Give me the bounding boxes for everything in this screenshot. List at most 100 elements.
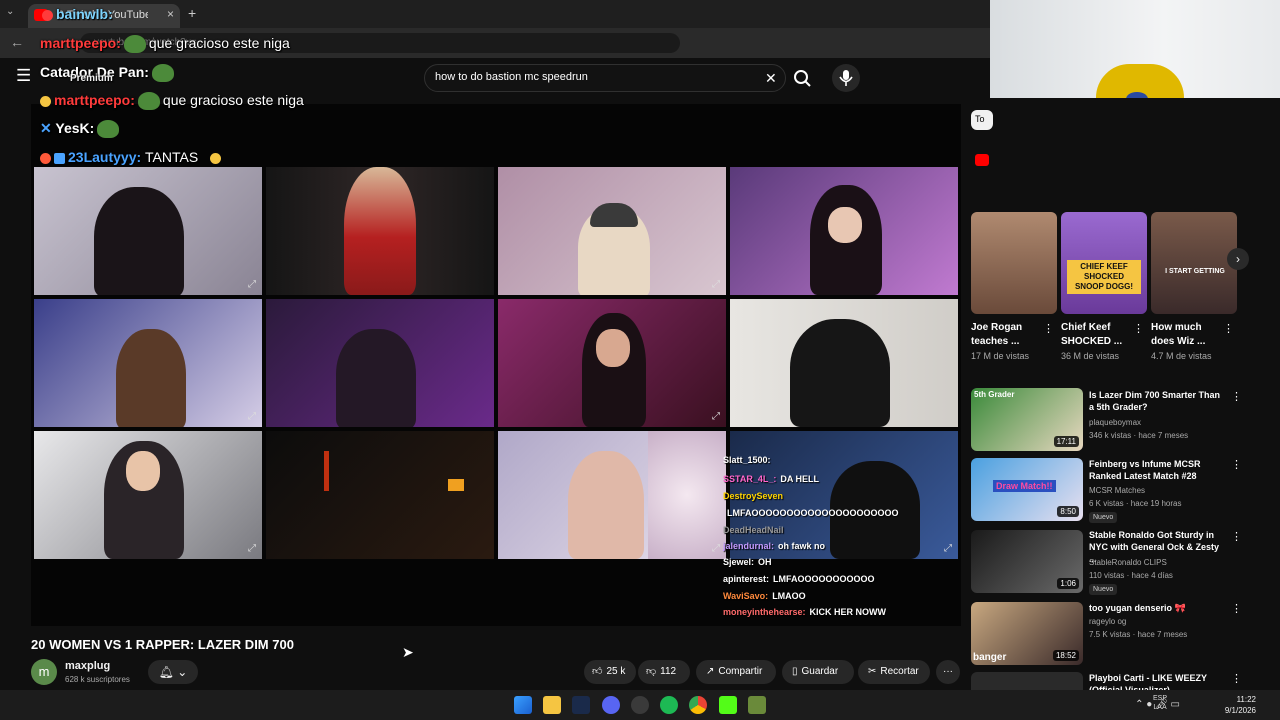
video-tile: ⤢ — [34, 167, 262, 295]
chat-username: SSTAR_4L_: — [723, 474, 777, 484]
browser-tab-bar: ⌄ 0 Twitch • YouTube × + — [0, 0, 990, 28]
video-tile: ⤢ — [34, 299, 262, 427]
voice-search-button[interactable] — [832, 64, 860, 92]
chat-username: YesK: — [55, 120, 95, 136]
language-indicator[interactable]: ESP LAA — [1153, 694, 1167, 712]
bookmark-icon: ▯ — [792, 666, 798, 677]
clip-label: Recortar — [880, 666, 919, 677]
video-thumbnail[interactable] — [971, 672, 1083, 690]
short-thumbnail[interactable]: I START GETTING — [1151, 212, 1237, 314]
obs-icon[interactable] — [631, 696, 649, 714]
spotify-icon[interactable] — [660, 696, 678, 714]
video-thumbnail[interactable]: banger 18:52 — [971, 602, 1083, 665]
file-explorer-icon[interactable] — [543, 696, 561, 714]
thumb-text: Draw Match!! — [993, 480, 1056, 492]
video-tile: ⤢ — [34, 431, 262, 559]
grid-chat-message: SSTAR_4L_: DA HELL — [723, 474, 819, 484]
search-button[interactable] — [788, 64, 818, 92]
sword-badge-icon: ✕ — [40, 120, 52, 136]
more-options-icon[interactable]: ⋮ — [1133, 322, 1144, 335]
clock[interactable]: 11:22 9/1/2026 — [1216, 694, 1256, 716]
steam-icon[interactable] — [572, 696, 590, 714]
pepe-emote-icon — [97, 120, 120, 139]
channel-name[interactable]: plaqueboymax — [1089, 418, 1141, 427]
pip-icon: ⤢ — [712, 411, 720, 422]
short-views: 17 M de vistas — [971, 351, 1030, 361]
more-options-icon[interactable]: ⋮ — [1231, 458, 1242, 471]
minecraft-icon[interactable] — [748, 696, 766, 714]
next-arrow-icon[interactable]: › — [1227, 248, 1249, 270]
chat-text: LMFAOOOOOOOOOOO — [773, 574, 875, 584]
short-title[interactable]: Chief Keef SHOCKED ... — [1061, 321, 1133, 349]
video-thumbnail[interactable]: Draw Match!! 8:50 — [971, 458, 1083, 521]
windows-start-icon[interactable] — [514, 696, 532, 714]
like-count: 25 k — [606, 666, 626, 677]
video-tile — [266, 167, 494, 295]
video-meta: 7.5 K vistas · hace 7 meses — [1089, 630, 1188, 639]
chat-username: DestroySeven — [723, 491, 784, 501]
search-box[interactable]: how to do bastion mc speedrun ✕ — [424, 64, 786, 92]
chrome-icon[interactable] — [689, 696, 707, 714]
search-icon — [794, 70, 811, 87]
more-options-icon[interactable]: ⋮ — [1231, 390, 1242, 403]
short-thumbnail[interactable] — [971, 212, 1057, 314]
more-options-icon[interactable]: ⋮ — [1043, 322, 1054, 335]
tab-search-icon[interactable]: ⌄ — [6, 6, 14, 17]
short-title[interactable]: How much does Wiz ... — [1151, 321, 1223, 349]
clear-search-icon[interactable]: ✕ — [765, 70, 777, 87]
tab-close-icon[interactable]: × — [167, 7, 174, 21]
new-tab-button[interactable]: + — [188, 5, 196, 21]
save-button[interactable]: ▯ Guardar — [782, 660, 854, 684]
chat-username: apinterest: — [723, 574, 770, 584]
chat-message: 23Lautyyy: TANTAS — [40, 149, 224, 165]
date: 9/1/2026 — [1224, 706, 1256, 715]
discord-icon[interactable] — [602, 696, 620, 714]
video-title-link[interactable]: too yugan denserio 🎀 — [1089, 602, 1225, 614]
new-badge: Nuevo — [1089, 584, 1118, 595]
short-thumbnail[interactable]: CHIEF KEEF SHOCKED SNOOP DOGG! — [1061, 212, 1147, 314]
lang-layout: LAA — [1153, 704, 1167, 711]
video-thumbnail[interactable]: 1:06 — [971, 530, 1083, 593]
video-thumbnail[interactable]: 5th Grader 17:11 — [971, 388, 1083, 451]
filter-chip[interactable]: To — [971, 110, 993, 130]
chevron-down-icon: ⌄ — [177, 665, 188, 679]
more-options-icon[interactable]: ⋮ — [1223, 322, 1234, 335]
chat-message: marttpeepo: que gracioso este niga — [40, 35, 290, 54]
short-title[interactable]: Joe Rogan teaches ... — [971, 321, 1043, 349]
channel-name[interactable]: MCSR Matches — [1089, 486, 1145, 495]
chat-text: oh fawk no — [778, 541, 826, 551]
grid-chat-message: jalendurnal: oh fawk no — [723, 541, 825, 551]
thumb-text: banger — [973, 652, 1007, 663]
pip-icon: ⤢ — [248, 279, 256, 290]
back-arrow-icon[interactable]: ← — [10, 34, 24, 50]
clip-button[interactable]: ✂ Recortar — [858, 660, 930, 684]
video-title-link[interactable]: Feinberg vs Infume MCSR Ranked Latest Ma… — [1089, 458, 1225, 482]
dislike-button[interactable]: 👎︎ 112 — [638, 660, 690, 684]
dislike-count: 112 — [660, 666, 677, 677]
kick-icon[interactable] — [719, 696, 737, 714]
more-options-icon[interactable]: ⋮ — [1231, 530, 1242, 543]
notification-bell-button[interactable]: 🔔︎ ⌄ — [148, 660, 198, 684]
channel-avatar[interactable]: m — [31, 659, 57, 685]
short-thumb-text: I START GETTING — [1165, 268, 1225, 275]
video-tile — [266, 299, 494, 427]
taskbar: ⌃ ● 🎤︎ ▭ ESP LAA 11:22 9/1/2026 — [0, 690, 1280, 720]
video-tile — [730, 299, 958, 427]
duration-badge: 8:50 — [1057, 506, 1079, 517]
video-title-link[interactable]: Is Lazer Dim 700 Smarter Than a 5th Grad… — [1089, 389, 1225, 413]
search-input[interactable]: how to do bastion mc speedrun — [435, 71, 588, 83]
more-options-icon[interactable]: ⋮ — [1231, 672, 1242, 685]
like-button[interactable]: 👍︎ 25 k — [584, 660, 636, 684]
channel-name[interactable]: StableRonaldo CLIPS — [1089, 558, 1167, 567]
more-actions-button[interactable]: ··· — [936, 660, 960, 684]
chat-username: DeadHeadNail — [723, 525, 784, 535]
more-options-icon[interactable]: ⋮ — [1231, 602, 1242, 615]
channel-name[interactable]: maxplug — [65, 660, 110, 672]
chat-text: LMFAOOOOOOOOOOOOOOOOOOOOO — [727, 508, 899, 518]
short-views: 4.7 M de vistas — [1151, 351, 1212, 361]
short-thumb-text: CHIEF KEEF SHOCKED SNOOP DOGG! — [1067, 260, 1141, 294]
channel-name[interactable]: rageylo og — [1089, 617, 1126, 626]
menu-icon[interactable]: ☰ — [16, 66, 31, 86]
video-title-link[interactable]: Playboi Carti - LIKE WEEZY (Official Vis… — [1089, 672, 1225, 690]
share-button[interactable]: ↗ Compartir — [696, 660, 776, 684]
